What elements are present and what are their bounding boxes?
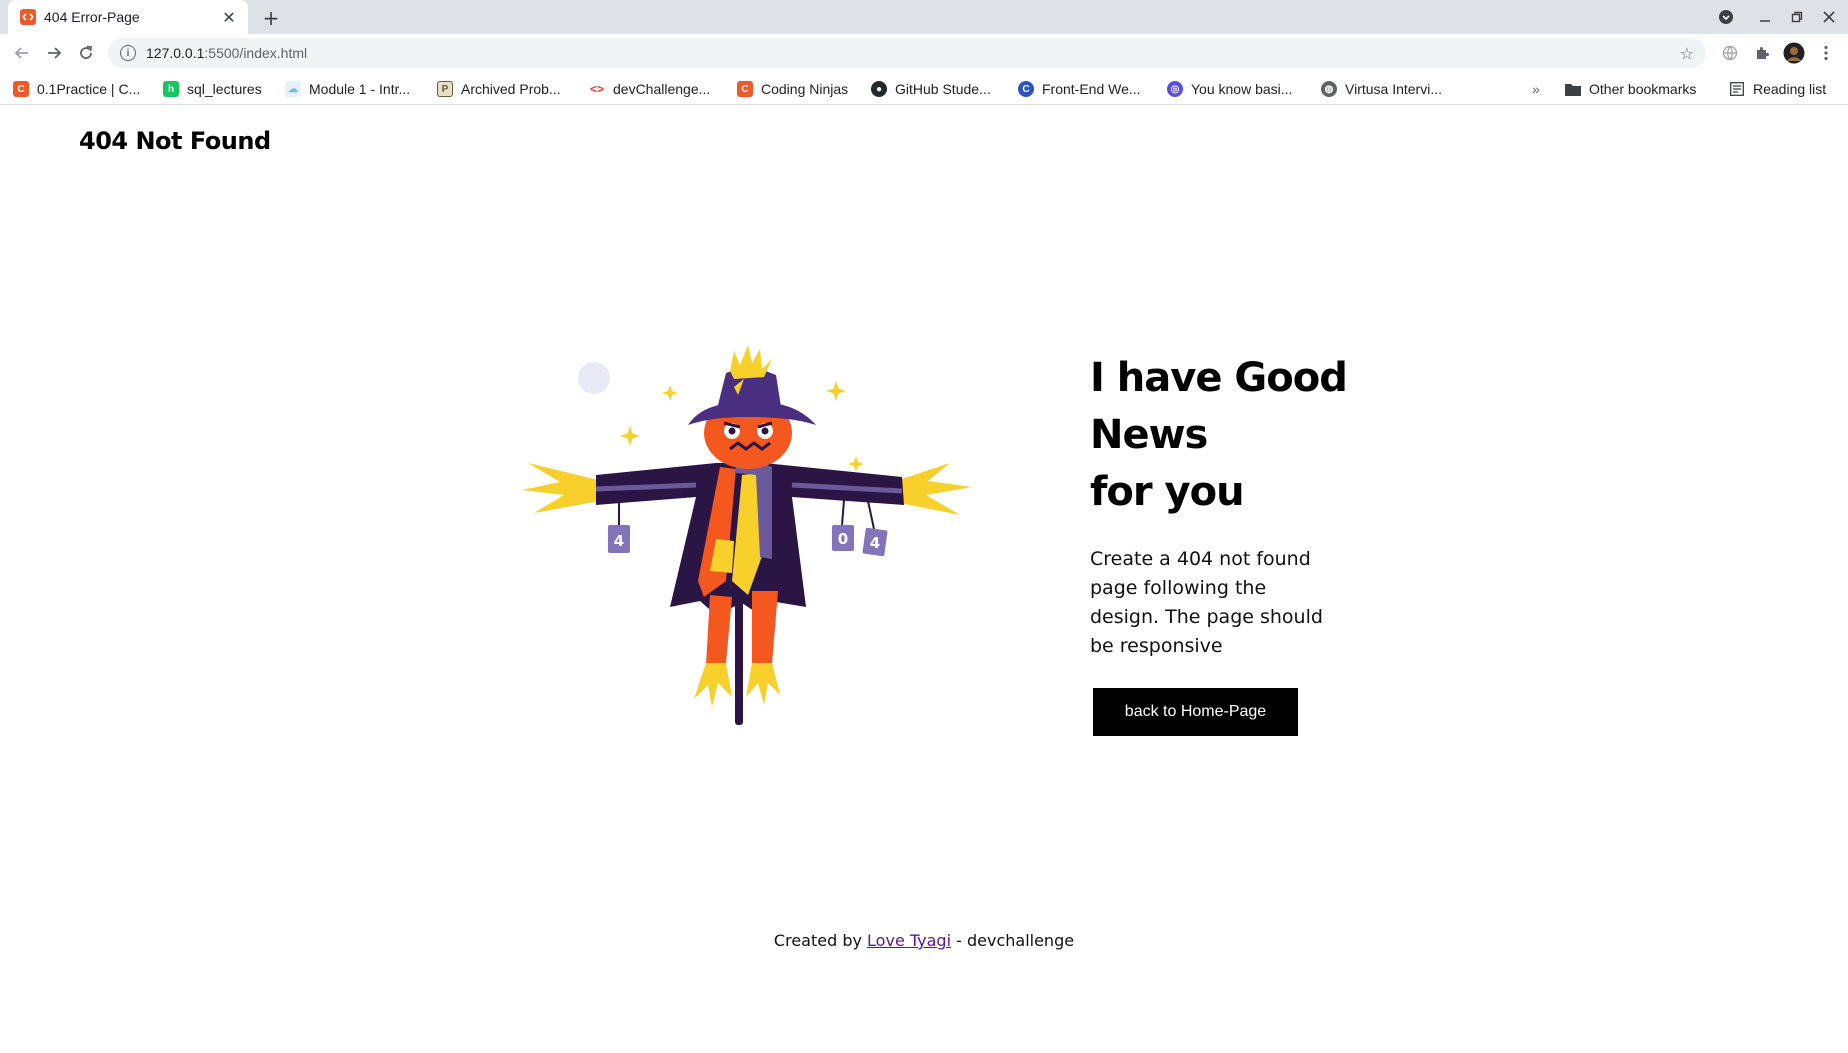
moon-icon (578, 362, 610, 394)
tab-strip: 404 Error-Page ✕ + (0, 0, 1848, 34)
new-tab-icon[interactable]: + (258, 5, 284, 31)
straw-left-foot (694, 663, 732, 707)
project-euler-icon: P (437, 81, 453, 97)
bookmark-label: devChallenge... (613, 81, 711, 97)
tab-search-icon[interactable] (1714, 4, 1738, 30)
straw-right-arm (900, 463, 972, 515)
bookmark-label: sql_lectures (187, 81, 262, 97)
other-bookmarks-label: Other bookmarks (1589, 81, 1697, 97)
svg-text:4: 4 (614, 532, 624, 550)
bookmark-item[interactable]: ☁ Module 1 - Intr... (285, 78, 410, 100)
svg-text:4: 4 (870, 534, 880, 552)
close-window-icon[interactable] (1817, 4, 1841, 30)
footer: Created by Love Tyagi - devchallenge (0, 931, 1848, 950)
svg-text:0: 0 (838, 530, 848, 548)
author-link[interactable]: Love Tyagi (867, 931, 951, 950)
bookmark-item[interactable]: ◍ Virtusa Intervi... (1321, 78, 1442, 100)
menu-kebab-icon[interactable] (1812, 39, 1840, 67)
coding-ninjas-icon: C (13, 81, 29, 97)
page-content: 404 Not Found 4 0 4 I have Good News for… (0, 105, 1848, 1053)
straw-right-foot (746, 663, 780, 705)
right-pant (752, 591, 778, 665)
headline: I have Good News for you (1090, 350, 1350, 521)
bookmark-label: Archived Prob... (461, 81, 561, 97)
browser-chrome: 404 Error-Page ✕ + i 127.0.0.1:5500/inde… (0, 0, 1848, 105)
url-path: :5500/index.html (204, 45, 308, 61)
bookmark-label: GitHub Stude... (895, 81, 991, 97)
back-icon[interactable] (8, 39, 36, 67)
bookmark-item[interactable]: ● GitHub Stude... (871, 78, 991, 100)
minimize-icon[interactable] (1753, 4, 1777, 30)
tin-can-4-right-icon: 4 (862, 500, 888, 557)
url-host: 127.0.0.1 (146, 45, 205, 61)
scarecrow-illustration: 4 0 4 (522, 345, 972, 725)
reading-list-label: Reading list (1753, 81, 1827, 97)
extensions-icon[interactable] (1748, 39, 1776, 67)
globe-icon: ◍ (1321, 81, 1337, 97)
circle-app-icon: ◎ (1167, 81, 1183, 97)
folder-icon (1565, 81, 1581, 97)
bookmark-label: Front-End We... (1042, 81, 1141, 97)
bookmark-item[interactable]: P Archived Prob... (437, 78, 561, 100)
bookmark-item[interactable]: ◎ You know basi... (1167, 78, 1292, 100)
bookmark-label: Module 1 - Intr... (309, 81, 411, 97)
bookmark-label: 0.1Practice | C... (37, 81, 141, 97)
tin-can-0-icon: 0 (832, 499, 854, 551)
cloud-icon: ☁ (285, 81, 301, 97)
restore-icon[interactable] (1785, 4, 1809, 30)
site-brand: 404 Not Found (79, 127, 271, 155)
back-to-home-button[interactable]: back to Home-Page (1093, 688, 1298, 736)
reading-list-button[interactable]: Reading list (1729, 78, 1826, 100)
left-pant (706, 595, 732, 665)
address-bar[interactable]: i 127.0.0.1:5500/index.html ☆ (108, 38, 1706, 68)
footer-prefix: Created by (773, 931, 868, 950)
tin-can-4-left-icon: 4 (608, 503, 630, 553)
devchallenges-icon: <> (589, 81, 605, 97)
footer-suffix: - devchallenge (951, 931, 1075, 950)
description: Create a 404 not found page following th… (1090, 548, 1323, 657)
headline-line: News (1090, 412, 1208, 458)
site-info-icon[interactable]: i (120, 45, 136, 61)
tab-close-icon[interactable]: ✕ (218, 6, 240, 28)
address-url: 127.0.0.1:5500/index.html (146, 45, 307, 61)
coding-ninjas-icon: C (737, 81, 753, 97)
bookmarks-bar: C 0.1Practice | C... h sql_lectures ☁ Modul… (0, 72, 1848, 105)
tab-title: 404 Error-Page (44, 9, 140, 25)
github-icon: ● (871, 81, 887, 97)
forward-icon[interactable] (40, 39, 68, 67)
bookmark-star-icon[interactable]: ☆ (1680, 44, 1694, 63)
tab-favicon-icon (20, 9, 36, 25)
tab-active[interactable]: 404 Error-Page ✕ (8, 0, 248, 34)
other-bookmarks-folder[interactable]: Other bookmarks (1565, 78, 1696, 100)
bookmark-item[interactable]: C Coding Ninjas (737, 78, 848, 100)
coursera-icon: C (1018, 81, 1034, 97)
headline-line: for you (1090, 469, 1245, 515)
bookmark-label: Virtusa Intervi... (1345, 81, 1443, 97)
bookmark-item[interactable]: C Front-End We... (1018, 78, 1141, 100)
reload-icon[interactable] (72, 39, 100, 67)
hackerrank-icon: h (163, 81, 179, 97)
bookmark-item[interactable]: <> devChallenge... (589, 78, 710, 100)
profile-avatar[interactable] (1780, 39, 1808, 67)
bookmark-label: Coding Ninjas (761, 81, 849, 97)
more-bookmarks-button[interactable]: » (1532, 78, 1540, 100)
reading-list-icon (1729, 81, 1745, 97)
bookmark-item[interactable]: C 0.1Practice | C... (13, 78, 140, 100)
straw-left-arm (522, 463, 600, 513)
bookmark-item[interactable]: h sql_lectures (163, 78, 262, 100)
bookmark-label: You know basi... (1191, 81, 1293, 97)
headline-line: I have Good (1090, 355, 1348, 401)
browser-toolbar: i 127.0.0.1:5500/index.html ☆ (0, 34, 1848, 72)
translate-icon[interactable] (1716, 39, 1744, 67)
